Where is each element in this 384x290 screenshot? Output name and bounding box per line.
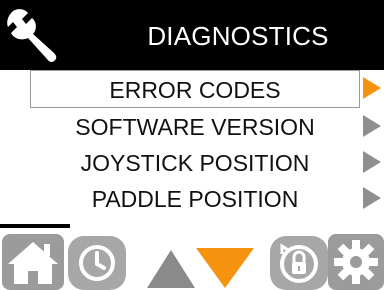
chevron-right-icon: [363, 77, 381, 99]
menu-item-paddle-position[interactable]: PADDLE POSITION: [0, 178, 384, 218]
page-title: DIAGNOSTICS: [147, 21, 329, 51]
menu-item-software-version[interactable]: SOFTWARE VERSION: [0, 106, 384, 146]
scroll-down-button[interactable]: [196, 248, 254, 288]
menu-item-label: PADDLE POSITION: [91, 186, 299, 212]
header-bar: DIAGNOSTICS: [0, 0, 384, 70]
nav-active-indicator: [0, 224, 70, 228]
clock-button[interactable]: [68, 236, 126, 290]
menu-item-label: JOYSTICK POSITION: [80, 150, 310, 176]
clock-icon: [68, 236, 126, 290]
lock-icon: [270, 236, 328, 290]
down-arrow-icon: [196, 248, 254, 288]
menu-item-label: ERROR CODES: [30, 70, 360, 108]
chevron-right-icon: [363, 115, 381, 137]
lock-button[interactable]: [270, 236, 328, 290]
chevron-right-icon: [363, 151, 381, 173]
gear-icon: [328, 234, 384, 290]
scroll-up-button[interactable]: [147, 250, 195, 288]
menu-item-error-codes[interactable]: ERROR CODES: [0, 68, 384, 108]
home-icon: [2, 234, 64, 290]
menu-item-joystick-position[interactable]: JOYSTICK POSITION: [0, 142, 384, 182]
up-arrow-icon: [147, 250, 195, 288]
settings-button[interactable]: [328, 234, 384, 290]
home-button[interactable]: [2, 234, 64, 290]
bottom-nav: [0, 222, 384, 290]
wrench-icon[interactable]: [6, 6, 70, 62]
chevron-right-icon: [363, 187, 381, 209]
menu-item-label: SOFTWARE VERSION: [75, 114, 315, 140]
